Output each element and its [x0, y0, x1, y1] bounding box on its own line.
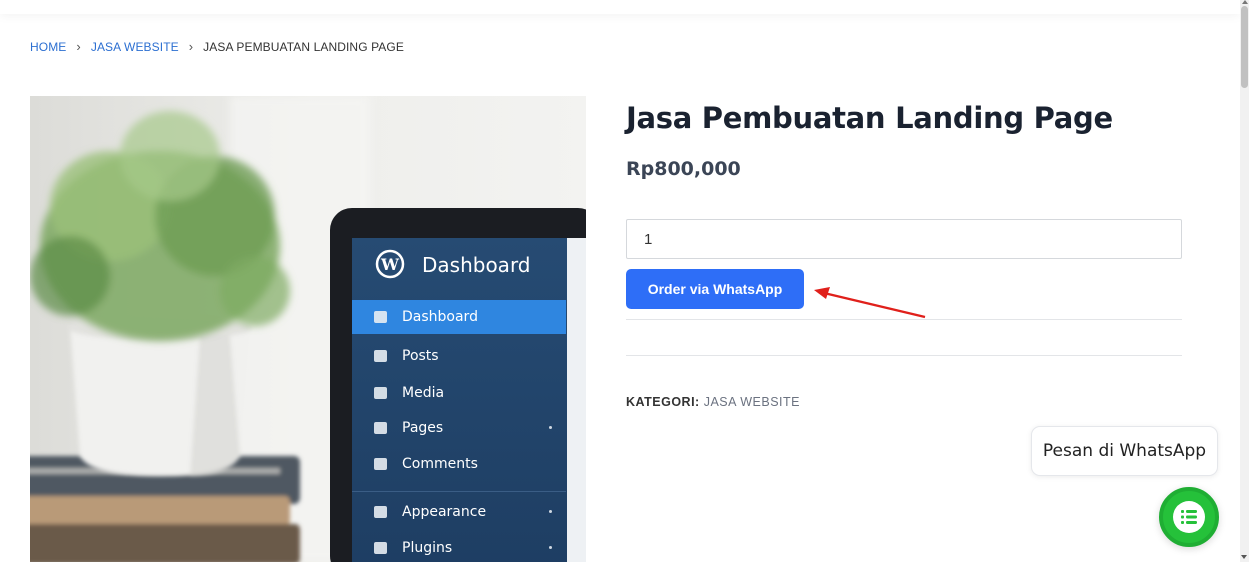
product-image[interactable]: W Dashboard Dashboard Posts Media Pages Comm… [30, 96, 586, 562]
wp-menu-label: Media [402, 385, 445, 401]
appearance-icon [374, 506, 387, 518]
annotation-arrow-icon [814, 287, 926, 319]
wp-dashboard-header: Dashboard [422, 253, 531, 277]
top-header-bar [0, 0, 1240, 14]
scroll-up-icon[interactable] [1242, 0, 1248, 4]
breadcrumb-separator-icon: › [188, 39, 194, 54]
wp-menu-label: Comments [402, 456, 478, 472]
plugins-icon [374, 542, 387, 554]
order-via-whatsapp-button[interactable]: Order via WhatsApp [626, 269, 804, 309]
product-title: Jasa Pembuatan Landing Page [626, 101, 1113, 135]
wp-menu-label: Posts [402, 348, 439, 364]
submenu-arrow-icon [549, 510, 552, 513]
breadcrumb-category-link[interactable]: JASA WEBSITE [91, 40, 179, 54]
wp-menu-item: Pages [374, 411, 566, 445]
breadcrumb-current: JASA PEMBUATAN LANDING PAGE [203, 39, 404, 54]
vertical-scrollbar[interactable] [1240, 0, 1249, 562]
whatsapp-chat-button[interactable] [1159, 487, 1219, 547]
wp-menu-item: Appearance [374, 495, 566, 529]
divider [626, 319, 1182, 320]
wp-menu-item: Comments [374, 447, 566, 481]
comments-icon [374, 458, 387, 470]
dashboard-icon [374, 311, 387, 323]
wp-menu-label: Appearance [402, 504, 487, 520]
category-link[interactable]: JASA WEBSITE [704, 395, 800, 409]
breadcrumb-home-link[interactable]: HOME [30, 40, 66, 54]
category-label: KATEGORI: [626, 395, 700, 409]
submenu-arrow-icon [549, 426, 552, 429]
product-price: Rp800,000 [626, 158, 741, 180]
svg-text:W: W [380, 255, 400, 274]
submenu-arrow-icon [549, 546, 552, 549]
chat-list-icon [1173, 501, 1205, 533]
wp-menu-label: Pages [402, 420, 444, 436]
posts-icon [374, 350, 387, 362]
wp-menu-label: Dashboard [402, 309, 478, 325]
wp-menu-label: Plugins [402, 540, 453, 556]
scroll-down-icon[interactable] [1241, 555, 1247, 559]
wp-menu-item: Posts [374, 339, 566, 373]
wp-menu-item: Media [374, 376, 566, 410]
wp-menu-item: Dashboard [374, 300, 566, 334]
scrollbar-thumb[interactable] [1241, 6, 1248, 88]
wp-menu-item: Plugins [374, 531, 566, 562]
whatsapp-message-bubble[interactable]: Pesan di WhatsApp [1031, 426, 1218, 476]
media-icon [374, 387, 387, 399]
quantity-input[interactable] [626, 219, 1182, 259]
divider [626, 355, 1182, 356]
breadcrumb: HOME › JASA WEBSITE › JASA PEMBUATAN LAN… [30, 39, 404, 54]
pages-icon [374, 422, 387, 434]
product-category: KATEGORI: JASA WEBSITE [626, 395, 800, 409]
breadcrumb-separator-icon: › [76, 39, 81, 54]
